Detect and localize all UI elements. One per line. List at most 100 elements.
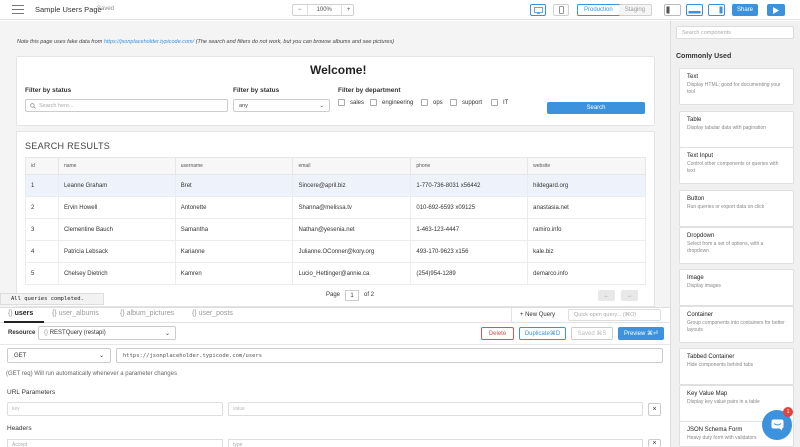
section-divider	[0, 344, 670, 345]
dept-checkbox-it[interactable]: IT	[491, 99, 508, 106]
search-button[interactable]: Search	[547, 102, 645, 114]
query-tab-label: users	[14, 310, 34, 317]
component-card-text-input[interactable]: Text Input Control other components or qu…	[679, 147, 794, 184]
play-icon[interactable]	[767, 4, 785, 16]
zoom-out-button[interactable]: −	[293, 7, 307, 13]
component-title: Tabbed Container	[687, 354, 735, 360]
table-cell: Lucio_Hettinger@annie.ca	[292, 262, 412, 285]
table-cell: 1	[25, 174, 59, 197]
table-row[interactable]: 4 Patricia Lebsack Karianne Julianne.OConne…	[25, 240, 646, 263]
resource-select[interactable]: {} RESTQuery (restapi) ⌄	[38, 326, 176, 340]
table-header-row: id name username email phone website	[25, 157, 646, 175]
table-cell: Leanne Graham	[57, 174, 176, 197]
table-cell: 4	[25, 240, 59, 263]
component-title: Text Input	[687, 153, 714, 159]
component-card-text[interactable]: Text Display HTML; good for documenting y…	[679, 68, 794, 105]
component-card-container[interactable]: Container Group components into container…	[679, 306, 794, 343]
table-cell: Antonette	[174, 196, 294, 219]
preview-query-button[interactable]: Preview ⌘⏎	[618, 327, 664, 340]
table-cell: 1-770-736-8031 x56442	[410, 174, 529, 197]
share-button[interactable]: Share	[732, 4, 758, 16]
column-header[interactable]: website	[527, 157, 646, 175]
query-tab-users[interactable]: {} users	[8, 310, 33, 317]
component-card-tabbed-container[interactable]: Tabbed Container Hide components behind t…	[679, 348, 794, 385]
env-staging-tab[interactable]: Staging	[618, 5, 652, 15]
new-query-button[interactable]: + New Query	[511, 308, 563, 322]
headers-label: Headers	[7, 425, 32, 432]
query-tab-user-albums[interactable]: {} user_albums	[52, 310, 99, 317]
dept-checkbox-ops[interactable]: ops	[421, 99, 443, 106]
table-cell: hildegard.org	[527, 174, 646, 197]
zoom-in-button[interactable]: +	[342, 7, 356, 13]
mobile-view-icon[interactable]	[553, 4, 569, 16]
component-card-button[interactable]: Button Run queries or export data on clic…	[679, 190, 794, 227]
table-row[interactable]: 3 Clementine Bauch Samantha Nathan@yesenia.…	[25, 218, 646, 241]
table-cell: 5	[25, 262, 59, 285]
component-desc: Display HTML; good for documenting your …	[687, 82, 781, 95]
param-value-input[interactable]: value	[228, 402, 643, 416]
menu-icon[interactable]	[12, 5, 24, 15]
desktop-view-icon[interactable]	[530, 4, 546, 16]
note-link[interactable]: https://jsonplaceholder.typicode.com/	[104, 39, 194, 45]
resource-select-value: {} RESTQuery (restapi)	[44, 330, 106, 336]
delete-query-button[interactable]: Delete	[481, 327, 514, 340]
table-cell: 1-463-123-4447	[410, 218, 529, 241]
left-panel-toggle-icon[interactable]	[664, 4, 681, 16]
component-card-table[interactable]: Table Display tabular data with paginatio…	[679, 111, 794, 148]
bottom-panel-toggle-icon[interactable]	[686, 4, 703, 16]
query-tab-user-posts[interactable]: {} user_posts	[192, 310, 233, 317]
env-production-tab[interactable]: Production	[577, 4, 620, 16]
header-value-input[interactable]: type	[228, 439, 643, 447]
component-desc: Display tabular data with pagination	[687, 125, 766, 131]
table-cell: 493-170-9623 x156	[410, 240, 529, 263]
table-cell: (254)954-1289	[410, 262, 529, 285]
sidebar-heading: Commonly Used	[676, 53, 732, 60]
results-title: SEARCH RESULTS	[25, 141, 111, 151]
right-panel-toggle-icon[interactable]	[708, 4, 725, 16]
app-title[interactable]: Sample Users Page	[35, 5, 102, 14]
query-tab-label: user_posts	[198, 310, 233, 317]
component-card-dropdown[interactable]: Dropdown Select from a set of options, wi…	[679, 227, 794, 264]
close-icon[interactable]: ×	[648, 439, 661, 447]
component-card-image[interactable]: Image Display images	[679, 269, 794, 306]
table-row[interactable]: 1 Leanne Graham Bret Sincere@april.biz 1-770…	[25, 174, 646, 197]
query-tab-album-pictures[interactable]: {} album_pictures	[120, 310, 174, 317]
quick-open-input[interactable]: Quick open query... (⌘O)	[568, 309, 661, 321]
component-title: Text	[687, 74, 699, 80]
component-desc: Group components into containers for bet…	[687, 320, 785, 333]
column-header[interactable]: phone	[410, 157, 529, 175]
table-cell: 2	[25, 196, 59, 219]
http-method-select[interactable]: GET ⌄	[7, 348, 111, 363]
dept-checkbox-sales[interactable]: sales	[338, 99, 364, 106]
table-row[interactable]: 2 Ervin Howell Antonette Shanna@melissa.tv 0…	[25, 196, 646, 219]
close-icon[interactable]: ×	[648, 403, 661, 416]
component-title: Dropdown	[687, 233, 715, 239]
search-input[interactable]: Search here...	[25, 99, 228, 112]
component-search-input[interactable]: Search components	[676, 26, 794, 39]
save-query-button[interactable]: Saved ⌘S	[571, 327, 613, 340]
zoom-value[interactable]: 100%	[306, 5, 342, 15]
column-header[interactable]: id	[25, 157, 59, 175]
url-input[interactable]: https://jsonplaceholder.typicode.com/use…	[116, 348, 663, 363]
param-key-input[interactable]: key	[7, 402, 223, 416]
table-cell: Shanna@melissa.tv	[292, 196, 412, 219]
column-header[interactable]: username	[174, 157, 294, 175]
zoom-control: − 100% +	[292, 4, 354, 16]
table-row[interactable]: 5 Chelsey Dietrich Kamren Lucio_Hettinger@a…	[25, 262, 646, 285]
column-header[interactable]: name	[57, 157, 176, 175]
duplicate-query-button[interactable]: Duplicate⌘D	[519, 327, 566, 340]
component-desc: Display images	[687, 283, 721, 289]
table-cell: ramiro.info	[527, 218, 646, 241]
dept-checkbox-engineering[interactable]: engineering	[370, 99, 413, 106]
page-number-input[interactable]: 1	[345, 290, 359, 301]
table-cell: Bret	[174, 174, 294, 197]
next-page-button[interactable]: →	[621, 290, 638, 301]
dept-checkbox-support[interactable]: support	[450, 99, 482, 106]
column-header[interactable]: email	[292, 157, 412, 175]
component-desc: Control other components or queries with…	[687, 161, 779, 174]
status-select[interactable]: any ⌄	[233, 99, 330, 112]
prev-page-button[interactable]: ←	[598, 290, 615, 301]
component-title: Image	[687, 275, 704, 281]
table-cell: Chelsey Dietrich	[57, 262, 176, 285]
header-key-input[interactable]: Accept	[7, 439, 223, 447]
